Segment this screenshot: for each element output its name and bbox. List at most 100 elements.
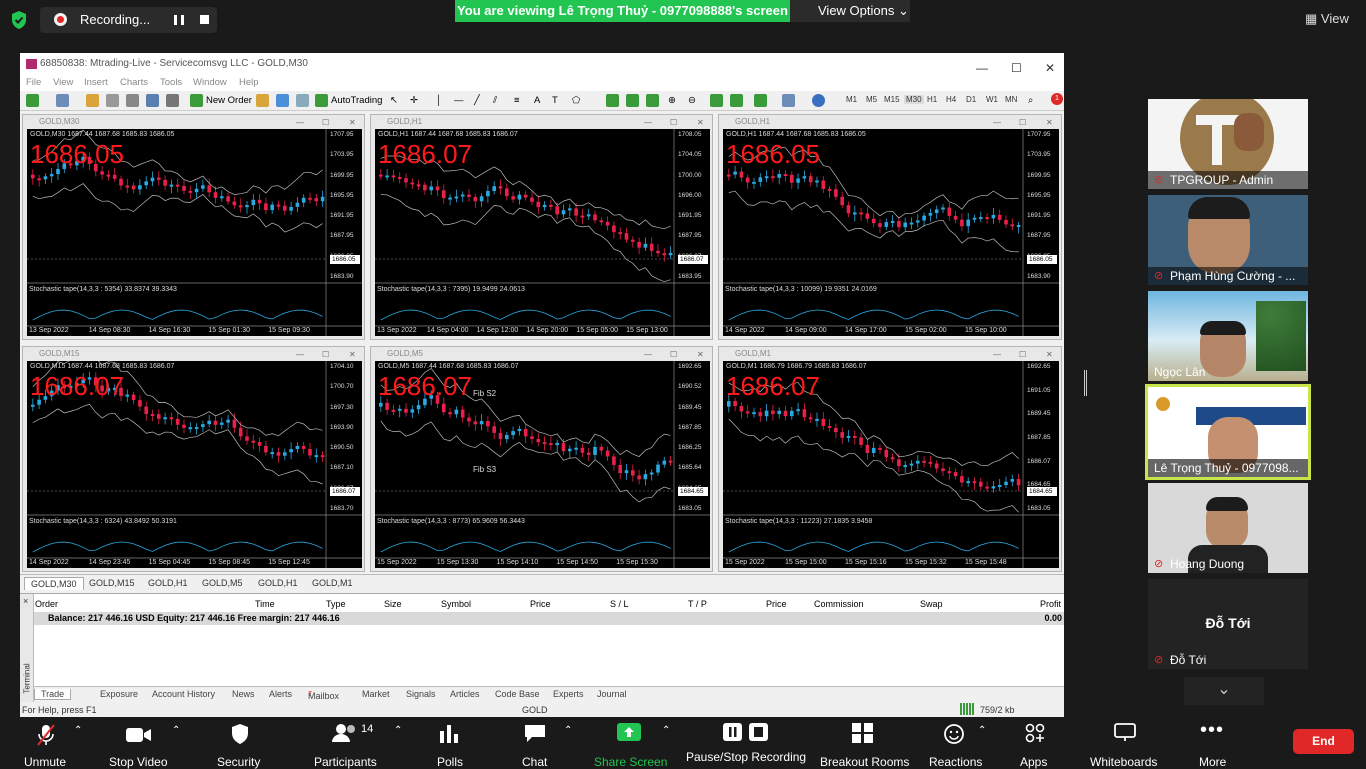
- chart-window[interactable]: GOLD,H1— ☐ ✕ GOLD,H1 1687.44 1687.68 1685.8…: [370, 114, 713, 340]
- menu-insert[interactable]: Insert: [84, 77, 108, 88]
- chart-window-title[interactable]: GOLD,M1 — ☐ ✕: [719, 347, 1061, 360]
- profiles-icon[interactable]: [56, 94, 69, 107]
- more-button[interactable]: More: [1199, 755, 1226, 769]
- end-meeting-button[interactable]: End: [1293, 729, 1354, 754]
- new-order-button[interactable]: New Order: [206, 95, 252, 106]
- periods-icon[interactable]: [812, 94, 825, 107]
- hline-icon[interactable]: —: [454, 95, 464, 106]
- chart-window-title[interactable]: GOLD,M5 — ☐ ✕: [371, 347, 712, 360]
- tf-d1[interactable]: D1: [966, 95, 976, 104]
- breakout-rooms-button[interactable]: Breakout Rooms: [820, 755, 909, 769]
- col-type[interactable]: Type: [326, 599, 346, 609]
- chart-plot[interactable]: GOLD,H1 1687.44 1687.68 1685.83 1686.07 1…: [375, 129, 710, 336]
- vline-icon[interactable]: │: [436, 95, 442, 106]
- participants-icon[interactable]: [332, 723, 358, 743]
- maximize-icon[interactable]: ☐: [1019, 116, 1026, 129]
- tab-articles[interactable]: Articles: [450, 689, 480, 699]
- metaeditor-icon[interactable]: [256, 94, 269, 107]
- col-price[interactable]: Price: [530, 599, 551, 609]
- data-window-icon[interactable]: [126, 94, 139, 107]
- menu-view[interactable]: View: [53, 77, 73, 88]
- participant-tile[interactable]: ⊘ Hoang Duong: [1148, 483, 1308, 573]
- caret-up-icon[interactable]: ⌃: [394, 725, 402, 736]
- participant-tile[interactable]: Ngọc Lân: [1148, 291, 1308, 381]
- participant-tile[interactable]: ⊘ TPGROUP - Admin: [1148, 99, 1308, 189]
- new-chart-icon[interactable]: [26, 94, 39, 107]
- tf-h4[interactable]: H4: [946, 95, 956, 104]
- chart-tab[interactable]: GOLD,H1: [142, 577, 194, 590]
- chart-tab[interactable]: GOLD,M15: [83, 577, 141, 590]
- pause-stop-recording-icon[interactable]: [723, 723, 769, 741]
- search-icon[interactable]: ⌕: [1028, 95, 1033, 106]
- chart-window-title[interactable]: GOLD,M30 — ☐ ✕: [23, 115, 364, 128]
- chart-tab[interactable]: GOLD,M1: [306, 577, 359, 590]
- minimize-icon[interactable]: —: [993, 116, 1001, 129]
- channel-icon[interactable]: ⫽: [493, 95, 497, 106]
- reactions-button[interactable]: Reactions: [929, 755, 982, 769]
- col-order[interactable]: Order: [35, 599, 58, 609]
- participant-tile[interactable]: Đỗ Tới ⊘ Đỗ Tới: [1148, 579, 1308, 669]
- more-dots-icon[interactable]: •••: [1200, 719, 1224, 742]
- col-sl[interactable]: S / L: [610, 599, 629, 609]
- terminal-icon[interactable]: [146, 94, 159, 107]
- tf-m15[interactable]: M15: [884, 95, 900, 104]
- menu-window[interactable]: Window: [193, 77, 227, 88]
- whiteboard-icon[interactable]: [1114, 723, 1136, 741]
- microphone-muted-icon[interactable]: [36, 723, 56, 749]
- tab-journal[interactable]: Journal: [597, 689, 627, 699]
- chart-window-title[interactable]: GOLD,M15 — ☐ ✕: [23, 347, 364, 360]
- pause-recording-icon[interactable]: [174, 15, 184, 25]
- col-tp[interactable]: T / P: [688, 599, 707, 609]
- close-icon[interactable]: ✕: [1046, 116, 1053, 129]
- video-camera-icon[interactable]: [126, 727, 152, 743]
- close-icon[interactable]: ✕: [349, 348, 356, 361]
- reactions-icon[interactable]: [944, 723, 966, 745]
- close-icon[interactable]: ✕: [697, 116, 704, 129]
- tab-news[interactable]: News: [232, 689, 255, 699]
- maximize-icon[interactable]: ☐: [322, 348, 329, 361]
- chart-window[interactable]: GOLD,M15— ☐ ✕ GOLD,M15 1687.44 1687.68 1685…: [22, 346, 365, 572]
- tab-exposure[interactable]: Exposure: [100, 689, 138, 699]
- templates-icon[interactable]: [782, 94, 795, 107]
- tab-account-history[interactable]: Account History: [152, 689, 215, 699]
- chat-button[interactable]: Chat: [522, 755, 547, 769]
- view-options-button[interactable]: View Options ⌄: [790, 0, 910, 22]
- navigator-icon[interactable]: [106, 94, 119, 107]
- stop-recording-icon[interactable]: [200, 15, 209, 24]
- caret-up-icon[interactable]: ⌃: [74, 725, 82, 736]
- candles-icon[interactable]: [626, 94, 639, 107]
- caret-up-icon[interactable]: ⌃: [662, 725, 670, 736]
- chart-window[interactable]: GOLD,H1— ☐ ✕ GOLD,H1 1687.44 1687.68 1685.8…: [718, 114, 1062, 340]
- cursor-icon[interactable]: ↖: [390, 95, 398, 106]
- pause-stop-recording-button[interactable]: Pause/Stop Recording: [686, 750, 806, 764]
- view-button[interactable]: ▦ View: [1305, 11, 1349, 27]
- scroll-down-button[interactable]: ⌄: [1184, 677, 1264, 705]
- chart-window[interactable]: GOLD,M30— ☐ ✕ GOLD,M30 1687.44 1687.68 1685…: [22, 114, 365, 340]
- zoom-out-icon[interactable]: ⊖: [688, 95, 696, 106]
- share-screen-icon[interactable]: [617, 723, 641, 741]
- trendline-icon[interactable]: ╱: [474, 95, 480, 106]
- label-icon[interactable]: T: [552, 95, 558, 106]
- maximize-icon[interactable]: ☐: [1019, 348, 1026, 361]
- maximize-icon[interactable]: ☐: [670, 348, 677, 361]
- tf-m1[interactable]: M1: [846, 95, 857, 104]
- chart-plot[interactable]: GOLD,M15 1687.44 1687.68 1685.83 1686.07…: [27, 361, 362, 568]
- caret-up-icon[interactable]: ⌃: [172, 725, 180, 736]
- chart-window[interactable]: GOLD,M1— ☐ ✕ GOLD,M1 1686.79 1686.79 1685.8…: [718, 346, 1062, 572]
- tf-w1[interactable]: W1: [986, 95, 998, 104]
- col-profit[interactable]: Profit: [1040, 599, 1061, 609]
- stop-video-button[interactable]: Stop Video: [109, 755, 168, 769]
- unmute-button[interactable]: Unmute: [24, 755, 66, 769]
- maximize-icon[interactable]: ☐: [322, 116, 329, 129]
- security-button[interactable]: Security: [217, 755, 260, 769]
- chart-tab[interactable]: GOLD,H1: [252, 577, 304, 590]
- indicators-icon[interactable]: [754, 94, 767, 107]
- fibo-icon[interactable]: ≡: [514, 95, 520, 106]
- chart-window-title[interactable]: GOLD,H1 — ☐ ✕: [719, 115, 1061, 128]
- chart-tab[interactable]: GOLD,M30: [24, 577, 84, 590]
- chart-plot[interactable]: GOLD,M1 1686.79 1686.79 1685.83 1686.07 1…: [723, 361, 1059, 568]
- tf-m30[interactable]: M30: [904, 95, 924, 104]
- chart-plot[interactable]: GOLD,H1 1687.44 1687.68 1685.83 1686.05 1…: [723, 129, 1059, 336]
- market-icon[interactable]: [296, 94, 309, 107]
- autoscroll-icon[interactable]: [710, 94, 723, 107]
